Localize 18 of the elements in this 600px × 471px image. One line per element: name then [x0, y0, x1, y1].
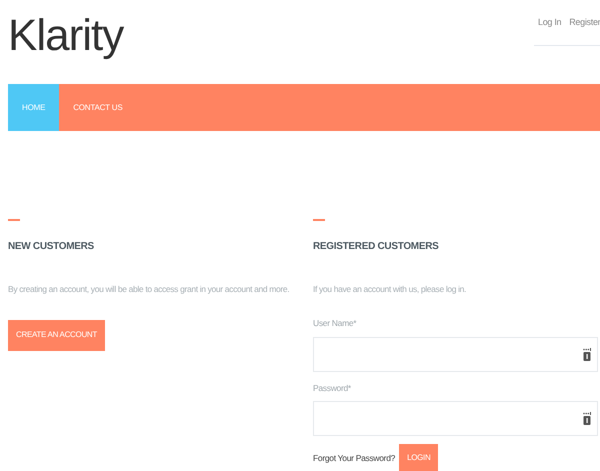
header-link[interactable]: Register: [569, 16, 600, 30]
nav-tab[interactable]: CONTACT US: [59, 84, 136, 131]
field-label: User Name*: [313, 316, 358, 330]
input-field[interactable]: [313, 336, 598, 372]
header-link[interactable]: Log In: [538, 16, 562, 30]
section-heading: REGISTERED CUSTOMERS: [313, 240, 440, 254]
key-icon: [583, 348, 591, 360]
nav-tab[interactable]: HOME: [8, 84, 60, 131]
section-heading: NEW CUSTOMERS: [8, 240, 95, 254]
description-text: If you have an account with us, please log in.: [313, 283, 468, 296]
field-label: Password*: [313, 382, 352, 394]
description-text: By creating an account, you will be able to access grant in your account and more.: [8, 283, 290, 296]
input-field[interactable]: [313, 401, 598, 436]
login-button[interactable]: LOGIN: [399, 444, 438, 471]
key-icon: [583, 412, 591, 426]
create-account-button[interactable]: CREATE AN ACCOUNT: [8, 320, 105, 351]
forgot-password-link[interactable]: Forgot Your Password?: [313, 452, 396, 465]
logo[interactable]: Klarity: [8, 14, 124, 58]
